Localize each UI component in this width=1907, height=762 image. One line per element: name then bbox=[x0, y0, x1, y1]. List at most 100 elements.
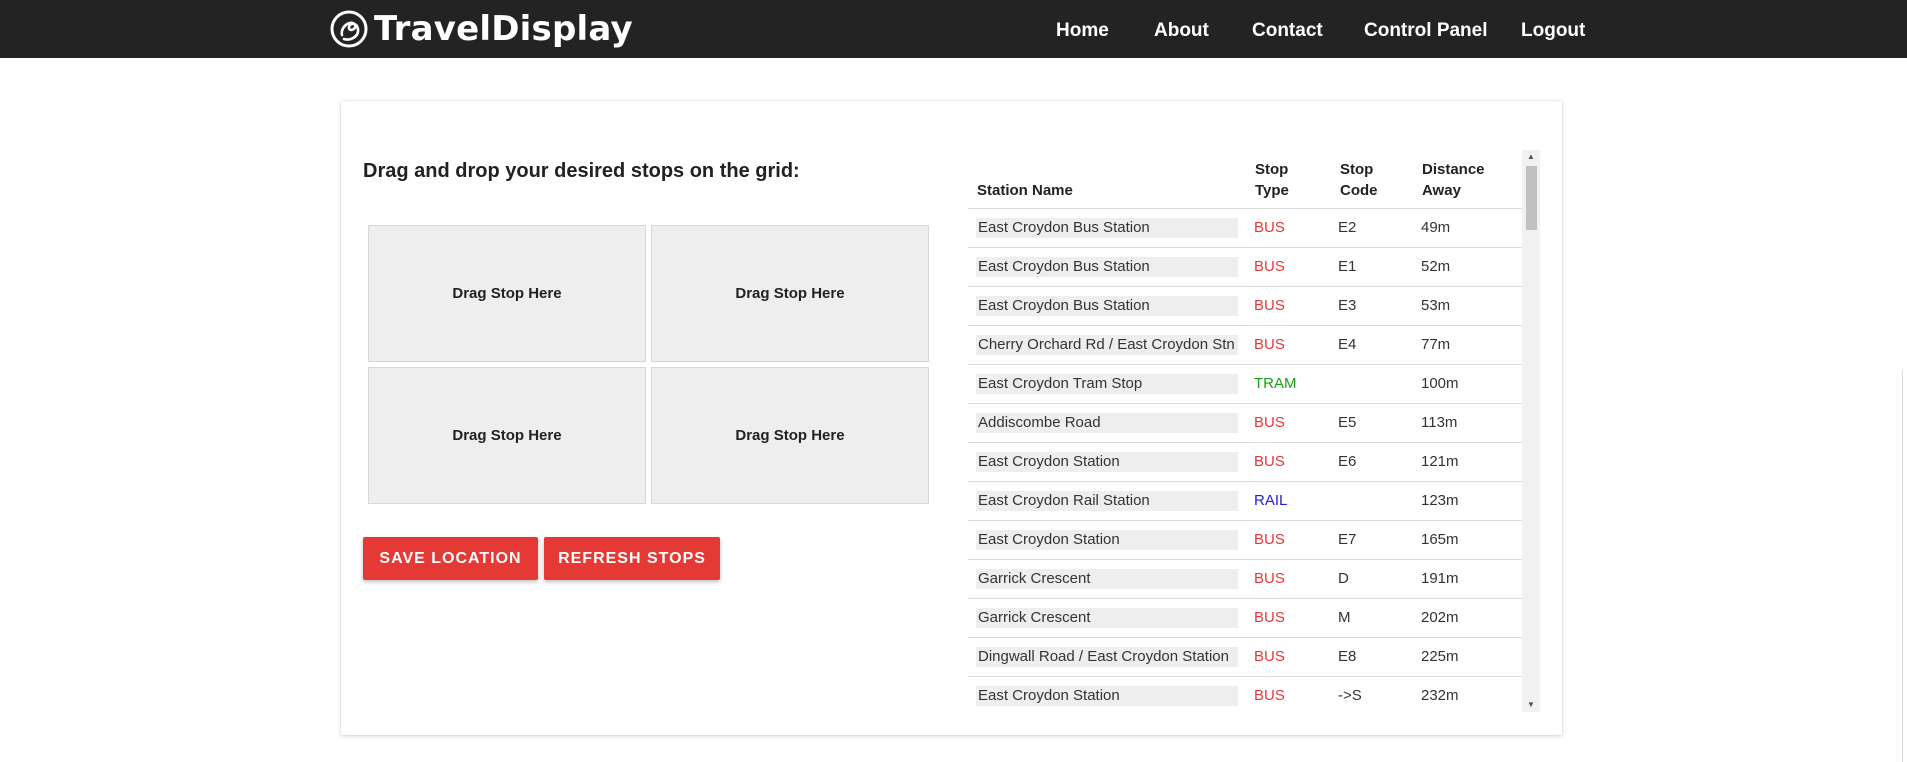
brand-logo[interactable]: TravelDisplay bbox=[330, 8, 633, 50]
refresh-stops-button[interactable]: Refresh Stops bbox=[544, 537, 720, 580]
stop-type-cell: BUS bbox=[1254, 336, 1285, 353]
table-scrollbar[interactable]: ▲ ▼ bbox=[1522, 150, 1540, 712]
grid-heading: Drag and drop your desired stops on the … bbox=[363, 160, 800, 182]
station-name-cell: East Croydon Rail Station bbox=[976, 491, 1238, 511]
distance-cell: 53m bbox=[1421, 297, 1451, 314]
table-row[interactable]: East Croydon Bus Station BUS E1 52m bbox=[968, 247, 1522, 287]
station-name-cell: East Croydon Bus Station bbox=[976, 257, 1238, 277]
scrollbar-thumb[interactable] bbox=[1526, 166, 1537, 230]
stop-code-cell: E4 bbox=[1338, 336, 1357, 353]
stop-code-cell: E7 bbox=[1338, 531, 1357, 548]
distance-cell: 52m bbox=[1421, 258, 1451, 275]
table-row[interactable]: Garrick Crescent BUS D 191m bbox=[968, 559, 1522, 599]
drop-slot-1[interactable]: Drag Stop Here bbox=[368, 225, 646, 362]
distance-cell: 77m bbox=[1421, 336, 1451, 353]
header-distance-line1: Distance bbox=[1422, 161, 1485, 178]
stop-code-cell: E5 bbox=[1338, 414, 1357, 431]
distance-cell: 202m bbox=[1421, 609, 1459, 626]
stop-type-cell: BUS bbox=[1254, 414, 1285, 431]
distance-cell: 232m bbox=[1421, 687, 1459, 704]
header-stop-code: Stop Code bbox=[1340, 159, 1378, 201]
table-row[interactable]: East Croydon Rail Station RAIL 123m bbox=[968, 481, 1522, 521]
stop-type-cell: RAIL bbox=[1254, 492, 1288, 509]
station-name-cell: East Croydon Station bbox=[976, 530, 1238, 550]
save-location-button[interactable]: Save Location bbox=[363, 537, 538, 580]
distance-cell: 225m bbox=[1421, 648, 1459, 665]
distance-cell: 121m bbox=[1421, 453, 1459, 470]
nav-control-panel[interactable]: Control Panel bbox=[1364, 20, 1488, 42]
drop-slot-label: Drag Stop Here bbox=[735, 285, 845, 302]
page-edge-divider bbox=[1902, 370, 1903, 762]
distance-cell: 165m bbox=[1421, 531, 1459, 548]
distance-cell: 191m bbox=[1421, 570, 1459, 587]
station-name-cell: Garrick Crescent bbox=[976, 608, 1238, 628]
station-name-cell: East Croydon Bus Station bbox=[976, 218, 1238, 238]
distance-cell: 49m bbox=[1421, 219, 1451, 236]
station-name-cell: Dingwall Road / East Croydon Station bbox=[976, 647, 1238, 667]
station-name-cell: East Croydon Station bbox=[976, 686, 1238, 706]
table-row[interactable]: Cherry Orchard Rd / East Croydon Stn BUS E… bbox=[968, 325, 1522, 365]
stop-type-cell: BUS bbox=[1254, 453, 1285, 470]
drop-slot-3[interactable]: Drag Stop Here bbox=[368, 367, 646, 504]
table-row[interactable]: East Croydon Station BUS ->S 232m bbox=[968, 676, 1522, 712]
nav-contact[interactable]: Contact bbox=[1252, 20, 1323, 42]
stop-type-cell: BUS bbox=[1254, 570, 1285, 587]
header-station-name: Station Name bbox=[977, 182, 1073, 199]
table-row[interactable]: Dingwall Road / East Croydon Station BUS E… bbox=[968, 637, 1522, 677]
distance-cell: 113m bbox=[1421, 414, 1458, 431]
stop-type-cell: BUS bbox=[1254, 219, 1285, 236]
station-name-cell: East Croydon Station bbox=[976, 452, 1238, 472]
header-stop-type: Stop Type bbox=[1255, 159, 1289, 201]
table-row[interactable]: East Croydon Bus Station BUS E2 49m bbox=[968, 208, 1522, 248]
table-row[interactable]: East Croydon Station BUS E7 165m bbox=[968, 520, 1522, 560]
stops-table-header: Station Name Stop Type Stop Code Distanc… bbox=[968, 150, 1522, 208]
stop-code-cell: D bbox=[1338, 570, 1349, 587]
brand-name: TravelDisplay bbox=[374, 9, 633, 49]
header-distance-away: Distance Away bbox=[1422, 159, 1485, 201]
nav-logout[interactable]: Logout bbox=[1521, 20, 1585, 42]
distance-cell: 123m bbox=[1421, 492, 1459, 509]
stop-type-cell: BUS bbox=[1254, 609, 1285, 626]
stop-code-cell: E8 bbox=[1338, 648, 1357, 665]
stop-code-cell: E2 bbox=[1338, 219, 1357, 236]
stop-code-cell: E3 bbox=[1338, 297, 1357, 314]
stop-type-cell: BUS bbox=[1254, 531, 1285, 548]
swirl-logo-icon bbox=[330, 10, 368, 48]
table-row[interactable]: East Croydon Station BUS E6 121m bbox=[968, 442, 1522, 482]
stop-code-cell: M bbox=[1338, 609, 1351, 626]
stop-code-cell: E6 bbox=[1338, 453, 1357, 470]
drop-slot-4[interactable]: Drag Stop Here bbox=[651, 367, 929, 504]
scroll-down-arrow-icon[interactable]: ▼ bbox=[1522, 698, 1540, 712]
station-name-cell: Cherry Orchard Rd / East Croydon Stn bbox=[976, 335, 1238, 355]
table-row[interactable]: Garrick Crescent BUS M 202m bbox=[968, 598, 1522, 638]
stop-type-cell: BUS bbox=[1254, 687, 1285, 704]
header-stop-type-line2: Type bbox=[1255, 182, 1289, 199]
table-row[interactable]: Addiscombe Road BUS E5 113m bbox=[968, 403, 1522, 443]
drop-slot-2[interactable]: Drag Stop Here bbox=[651, 225, 929, 362]
stop-type-cell: BUS bbox=[1254, 648, 1285, 665]
table-row[interactable]: East Croydon Tram Stop TRAM 100m bbox=[968, 364, 1522, 404]
station-name-cell: East Croydon Bus Station bbox=[976, 296, 1238, 316]
drop-slot-label: Drag Stop Here bbox=[452, 427, 562, 444]
distance-cell: 100m bbox=[1421, 375, 1459, 392]
nav-about[interactable]: About bbox=[1154, 20, 1209, 42]
scroll-up-arrow-icon[interactable]: ▲ bbox=[1522, 150, 1540, 164]
station-name-cell: Addiscombe Road bbox=[976, 413, 1238, 433]
stop-type-cell: TRAM bbox=[1254, 375, 1297, 392]
stop-type-cell: BUS bbox=[1254, 297, 1285, 314]
station-name-cell: East Croydon Tram Stop bbox=[976, 374, 1238, 394]
stop-type-cell: BUS bbox=[1254, 258, 1285, 275]
stop-code-cell: ->S bbox=[1338, 687, 1362, 704]
header-stop-code-line2: Code bbox=[1340, 182, 1378, 199]
stops-table: Station Name Stop Type Stop Code Distanc… bbox=[968, 150, 1540, 712]
top-navbar: TravelDisplay Home About Contact Control… bbox=[0, 0, 1907, 58]
drop-slot-label: Drag Stop Here bbox=[735, 427, 845, 444]
header-stop-code-line1: Stop bbox=[1340, 161, 1374, 178]
stop-code-cell: E1 bbox=[1338, 258, 1357, 275]
station-name-cell: Garrick Crescent bbox=[976, 569, 1238, 589]
nav-home[interactable]: Home bbox=[1056, 20, 1109, 42]
table-row[interactable]: East Croydon Bus Station BUS E3 53m bbox=[968, 286, 1522, 326]
drop-slot-label: Drag Stop Here bbox=[452, 285, 562, 302]
header-distance-line2: Away bbox=[1422, 182, 1461, 199]
header-stop-type-line1: Stop bbox=[1255, 161, 1289, 178]
